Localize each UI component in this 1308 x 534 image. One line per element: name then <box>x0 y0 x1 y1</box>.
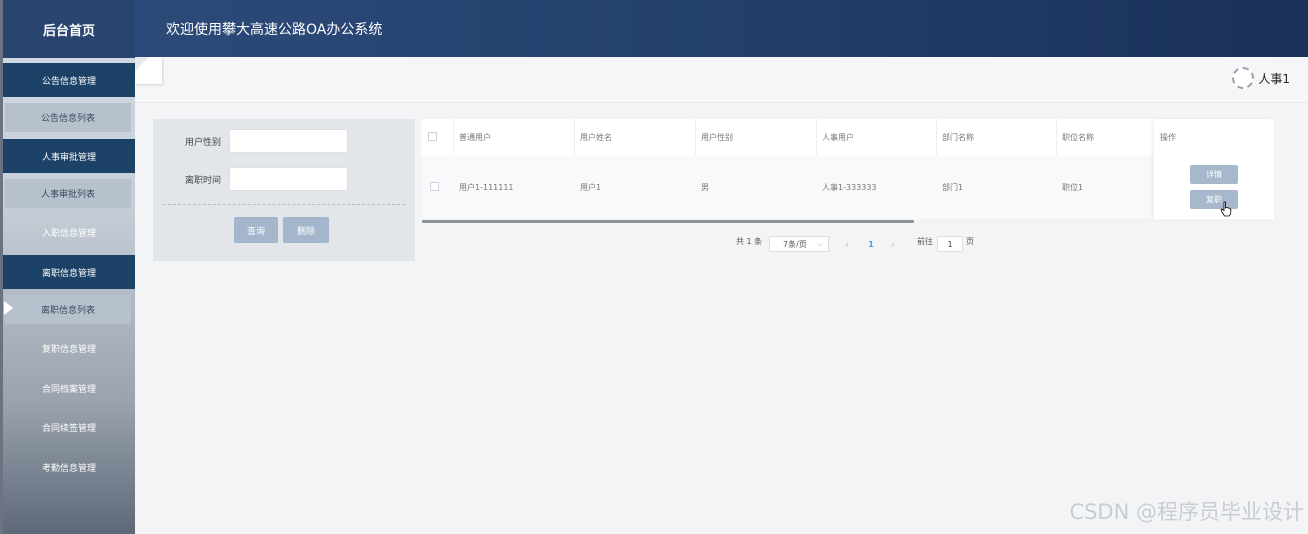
user-name: 人事1 <box>1258 71 1290 86</box>
cell-dept: 部门1 <box>936 155 1056 219</box>
sidebar-item-onboarding-management[interactable]: 入职信息管理 <box>3 216 135 248</box>
collapse-toggle-icon[interactable] <box>135 57 162 84</box>
chevron-down-icon: ⌵ <box>817 240 823 248</box>
page-title: 欢迎使用攀大高速公路OA办公系统 <box>166 21 383 38</box>
row-checkbox[interactable] <box>430 182 439 191</box>
resign-time-input[interactable] <box>229 167 348 191</box>
operation-column: 操作 详情 复职 <box>1154 119 1274 219</box>
sidebar: 后台首页 公告信息管理 公告信息列表 人事审批管理 人事审批列表 入职信息管理 … <box>0 0 135 534</box>
cell-gender: 男 <box>695 155 816 219</box>
goto-page-input[interactable]: 1 <box>937 236 963 252</box>
col-header-actions: 操作 <box>1154 119 1274 155</box>
cell-hr: 人事1-333333 <box>816 155 936 219</box>
col-header-position[interactable]: 职位名称 <box>1056 119 1154 155</box>
page-size-value: 7条/页 <box>783 239 807 249</box>
cell-user: 用户1-111111 <box>453 155 574 219</box>
sidebar-item-resignation-management[interactable]: 离职信息管理 <box>3 255 135 289</box>
sidebar-item-attendance-management[interactable]: 考勤信息管理 <box>3 451 135 483</box>
user-menu[interactable]: 人事1 <box>1232 67 1290 89</box>
col-header-dept[interactable]: 部门名称 <box>936 119 1056 155</box>
query-button[interactable]: 查询 <box>234 217 278 243</box>
resign-time-label: 离职时间 <box>184 176 221 186</box>
hand-cursor-icon <box>1220 201 1232 217</box>
active-indicator-icon <box>4 301 13 315</box>
sidebar-item-contract-renewal-management[interactable]: 合同续签管理 <box>3 411 135 443</box>
col-header-name[interactable]: 用户姓名 <box>574 119 695 155</box>
cell-name: 用户1 <box>574 155 695 219</box>
next-page-button[interactable]: › <box>885 237 901 251</box>
watermark-text: CSDN @程序员毕业设计 <box>1069 500 1304 524</box>
app-header: 欢迎使用攀大高速公路OA办公系统 <box>135 0 1308 57</box>
goto-label: 前往 <box>917 237 933 246</box>
sidebar-item-hr-approval-management[interactable]: 人事审批管理 <box>3 139 135 173</box>
search-panel: 用户性别 离职时间 查询 删除 <box>153 119 415 261</box>
detail-button[interactable]: 详情 <box>1190 165 1238 184</box>
pagination-total: 共 1 条 <box>736 237 763 246</box>
gender-input[interactable] <box>229 129 348 153</box>
divider <box>163 204 405 205</box>
delete-button[interactable]: 删除 <box>283 217 329 243</box>
cell-position: 职位1 <box>1056 155 1154 219</box>
sidebar-item-resignation-list[interactable]: 离职信息列表 <box>5 295 131 324</box>
sidebar-item-notice-list[interactable]: 公告信息列表 <box>5 103 131 132</box>
col-header-hr[interactable]: 人事用户 <box>816 119 936 155</box>
gender-label: 用户性别 <box>184 138 221 148</box>
sidebar-item-contract-archive-management[interactable]: 合同档案管理 <box>3 372 135 404</box>
row-select-cell <box>421 155 453 219</box>
topbar: 人事1 <box>135 57 1308 103</box>
page-size-select[interactable]: 7条/页 ⌵ <box>769 236 829 252</box>
sidebar-item-reinstatement-management[interactable]: 复职信息管理 <box>3 332 135 364</box>
data-table: 普通用户 用户姓名 用户性别 人事用户 部门名称 职位名称 用户1-111111… <box>421 119 1274 223</box>
scrollbar-thumb[interactable] <box>422 220 914 223</box>
page-suffix-label: 页 <box>966 237 974 246</box>
page-number-current[interactable]: 1 <box>861 237 881 251</box>
avatar[interactable] <box>1232 67 1255 89</box>
chevron-right-icon: › <box>891 239 895 249</box>
sidebar-item-notice-management[interactable]: 公告信息管理 <box>3 63 135 97</box>
select-all-checkbox[interactable] <box>428 132 437 141</box>
sidebar-item-hr-approval-list[interactable]: 人事审批列表 <box>5 179 131 208</box>
col-header-user[interactable]: 普通用户 <box>453 119 574 155</box>
sidebar-home-link[interactable]: 后台首页 <box>3 0 135 58</box>
col-header-gender[interactable]: 用户性别 <box>695 119 816 155</box>
prev-page-button[interactable]: ‹ <box>839 237 855 251</box>
chevron-left-icon: ‹ <box>845 239 849 249</box>
